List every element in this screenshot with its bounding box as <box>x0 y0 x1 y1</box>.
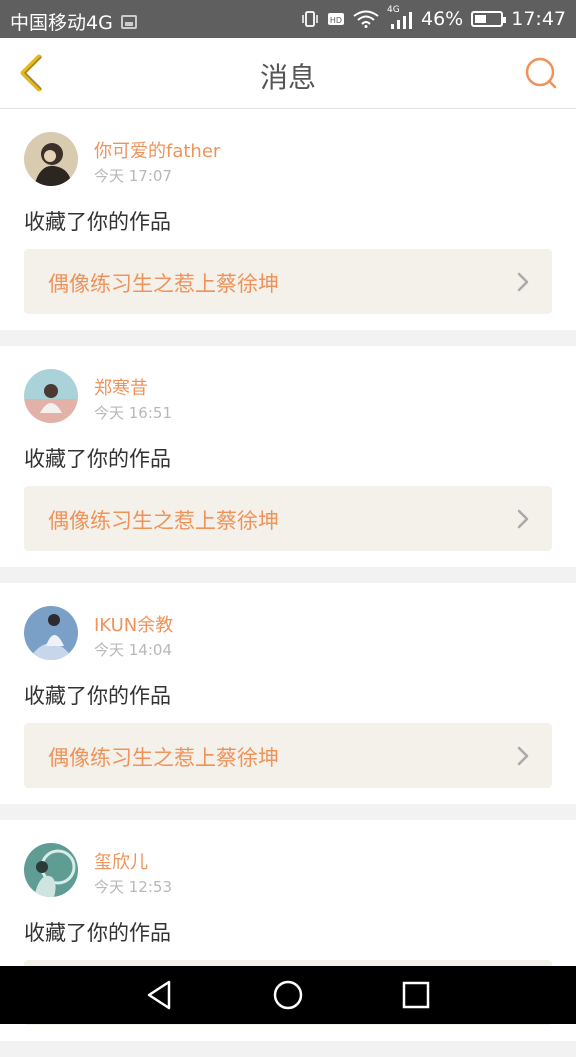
avatar[interactable] <box>24 369 78 423</box>
carrier-label: 中国移动4G <box>10 12 113 34</box>
work-link[interactable]: 偶像练习生之惹上蔡徐坤 <box>24 249 552 314</box>
message-action: 收藏了你的作品 <box>24 921 171 945</box>
hd-icon: HD <box>328 13 344 25</box>
header: 消息 <box>0 38 576 109</box>
message-time: 今天 12:53 <box>94 878 172 896</box>
avatar[interactable] <box>24 606 78 660</box>
message-time: 今天 16:51 <box>94 404 172 422</box>
message-card: 郑寒昔 今天 16:51 收藏了你的作品 偶像练习生之惹上蔡徐坤 <box>0 346 576 567</box>
chevron-right-icon <box>517 272 529 292</box>
gallery-notification-icon <box>120 14 137 29</box>
system-nav-bar <box>0 966 576 1024</box>
message-action: 收藏了你的作品 <box>24 210 171 234</box>
sender-name[interactable]: IKUN余教 <box>94 611 173 637</box>
back-triangle-icon[interactable] <box>143 978 177 1012</box>
work-link[interactable]: 偶像练习生之惹上蔡徐坤 <box>24 723 552 788</box>
message-list: 你可爱的father 今天 17:07 收藏了你的作品 偶像练习生之惹上蔡徐坤 … <box>0 109 576 1057</box>
recents-square-icon[interactable] <box>399 978 433 1012</box>
battery-percent: 46% <box>421 8 464 30</box>
message-action: 收藏了你的作品 <box>24 684 171 708</box>
message-time: 今天 14:04 <box>94 641 172 659</box>
sender-name[interactable]: 郑寒昔 <box>94 374 148 400</box>
battery-icon <box>471 11 507 27</box>
message-card: 你可爱的father 今天 17:07 收藏了你的作品 偶像练习生之惹上蔡徐坤 <box>0 109 576 330</box>
page-title: 消息 <box>259 61 316 94</box>
message-action: 收藏了你的作品 <box>24 447 171 471</box>
wifi-icon <box>353 10 379 28</box>
avatar[interactable] <box>24 843 78 897</box>
svg-text:HD: HD <box>330 16 342 25</box>
chevron-right-icon <box>517 746 529 766</box>
sender-name[interactable]: 玺欣儿 <box>94 848 148 874</box>
status-bar: 中国移动4G HD 4G 46% 17:47 <box>0 0 576 38</box>
message-time: 今天 17:07 <box>94 167 172 185</box>
sender-name[interactable]: 你可爱的father <box>94 137 220 163</box>
clock: 17:47 <box>511 8 566 30</box>
work-title: 偶像练习生之惹上蔡徐坤 <box>48 509 279 533</box>
avatar[interactable] <box>24 132 78 186</box>
home-circle-icon[interactable] <box>271 978 305 1012</box>
work-title: 偶像练习生之惹上蔡徐坤 <box>48 272 279 296</box>
message-card: IKUN余教 今天 14:04 收藏了你的作品 偶像练习生之惹上蔡徐坤 <box>0 583 576 804</box>
search-icon[interactable] <box>522 54 560 92</box>
vibrate-icon <box>302 11 318 27</box>
chevron-right-icon <box>517 509 529 529</box>
work-link[interactable]: 偶像练习生之惹上蔡徐坤 <box>24 486 552 551</box>
signal-icon: 4G <box>387 5 413 29</box>
work-title: 偶像练习生之惹上蔡徐坤 <box>48 746 279 770</box>
